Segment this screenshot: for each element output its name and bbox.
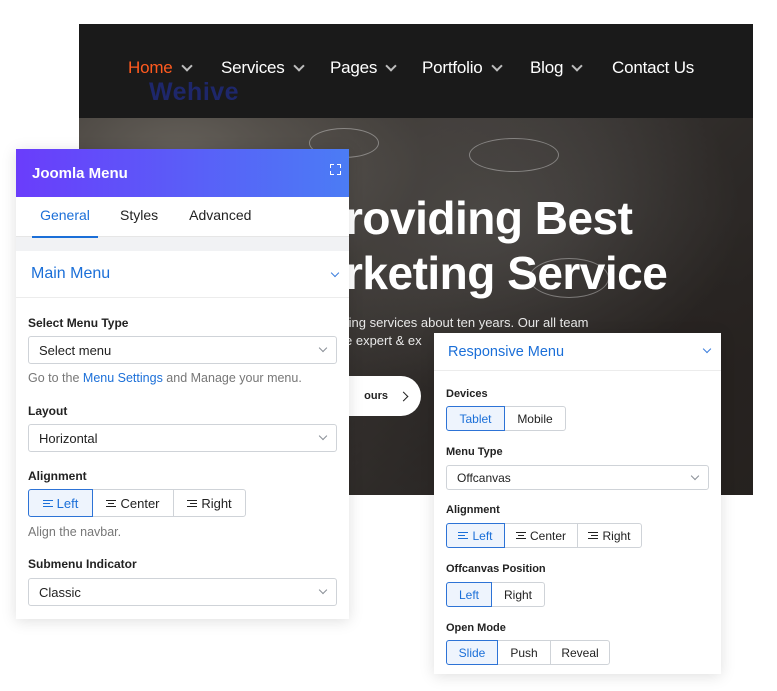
nav-item-contact[interactable]: Contact Us	[612, 58, 694, 78]
alignment-segmented-control: Left Center Right	[28, 489, 246, 517]
chevron-down-icon	[571, 59, 583, 72]
align-left-icon	[458, 531, 469, 540]
offcanvas-position-segmented-control: Left Right	[446, 582, 545, 607]
align-left-icon	[42, 499, 53, 508]
open-mode-segmented-control: Slide Push Reveal	[446, 640, 610, 665]
panel-title: Joomla Menu	[32, 164, 128, 182]
option-label: Left	[56, 495, 79, 511]
responsive-menu-type-select[interactable]: Offcanvas	[446, 465, 709, 490]
menu-type-select[interactable]: Select menu	[28, 336, 337, 364]
nav-item-label: Blog	[530, 58, 564, 77]
align-right-button[interactable]: Right	[173, 489, 246, 517]
section-title: Main Menu	[31, 265, 111, 282]
select-value: Offcanvas	[457, 470, 511, 485]
align-center-button[interactable]: Center	[92, 489, 174, 517]
field-label: Offcanvas Position	[446, 563, 546, 575]
chevron-down-icon	[318, 585, 328, 595]
tab-general[interactable]: General	[32, 197, 98, 238]
select-value: Select menu	[39, 342, 112, 358]
align-left-button[interactable]: Left	[28, 489, 93, 517]
joomla-menu-panel: Joomla Menu General Styles Advanced Main…	[16, 149, 349, 619]
menu-settings-link[interactable]: Menu Settings	[83, 371, 163, 385]
align-center-button[interactable]: Center	[504, 523, 578, 548]
field-label: Menu Type	[446, 446, 503, 458]
devices-segmented-control: Tablet Mobile	[446, 406, 566, 431]
layout-select[interactable]: Horizontal	[28, 424, 337, 452]
hero-title: roviding Best rketing Service	[345, 191, 668, 301]
chevron-down-icon	[180, 59, 193, 72]
nav-item-portfolio[interactable]: Portfolio	[422, 58, 503, 78]
menu-settings-help: Go to the Menu Settings and Manage your …	[28, 371, 302, 385]
open-mode-slide-button[interactable]: Slide	[446, 640, 498, 665]
align-center-icon	[106, 499, 117, 508]
whiteboard-doodle	[469, 138, 559, 172]
align-right-icon	[588, 531, 599, 540]
nav-item-pages[interactable]: Pages	[330, 58, 397, 78]
section-header-main-menu[interactable]: Main Menu	[16, 251, 349, 298]
select-value: Horizontal	[39, 430, 98, 446]
nav-item-label: Pages	[330, 58, 378, 77]
site-navbar: Home Services Pages Portfolio Blog Conta…	[79, 24, 753, 118]
open-mode-push-button[interactable]: Push	[497, 640, 551, 665]
offcanvas-left-button[interactable]: Left	[446, 582, 492, 607]
field-label: Layout	[28, 404, 68, 418]
nav-item-label: Portfolio	[422, 58, 483, 77]
field-label: Select Menu Type	[28, 316, 129, 330]
chevron-down-icon	[318, 431, 328, 441]
option-label: Right	[602, 528, 631, 543]
hero-title-line: roviding Best	[345, 192, 633, 244]
align-right-button[interactable]: Right	[577, 523, 642, 548]
option-label: Right	[201, 495, 232, 511]
hero-cta-label: ours	[364, 390, 388, 402]
offcanvas-right-button[interactable]: Right	[491, 582, 545, 607]
chevron-down-icon	[318, 343, 328, 353]
chevron-down-icon	[490, 59, 503, 72]
align-center-icon	[515, 531, 526, 540]
field-label: Submenu Indicator	[28, 557, 137, 571]
section-title: Responsive Menu	[448, 343, 565, 360]
option-label: Center	[529, 528, 567, 543]
nav-item-label: Home	[128, 58, 173, 77]
screenshot-stage: Home Services Pages Portfolio Blog Conta…	[0, 0, 777, 691]
chevron-down-icon	[330, 268, 340, 278]
device-mobile-button[interactable]: Mobile	[504, 406, 566, 431]
tab-styles[interactable]: Styles	[120, 197, 158, 237]
chevron-down-icon	[690, 471, 700, 481]
chevron-down-icon	[702, 344, 712, 354]
responsive-menu-panel: Responsive Menu Devices Tablet Mobile Me…	[434, 333, 721, 674]
nav-item-blog[interactable]: Blog	[530, 58, 583, 78]
align-left-button[interactable]: Left	[446, 523, 505, 548]
responsive-alignment-segmented-control: Left Center Right	[446, 523, 642, 548]
nav-item-home[interactable]: Home	[128, 58, 193, 78]
help-text: and Manage your menu.	[162, 371, 302, 385]
nav-item-label: Contact Us	[612, 58, 695, 77]
chevron-right-icon	[398, 391, 409, 401]
submenu-indicator-select[interactable]: Classic	[28, 578, 337, 606]
chevron-down-icon	[292, 59, 305, 72]
tab-advanced[interactable]: Advanced	[189, 197, 251, 237]
field-label: Open Mode	[446, 622, 506, 634]
help-text: Go to the	[28, 371, 83, 385]
select-value: Classic	[39, 584, 81, 600]
device-tablet-button[interactable]: Tablet	[446, 406, 505, 431]
site-logo[interactable]: Wehive	[149, 78, 239, 107]
panel-tabs: General Styles Advanced	[16, 197, 349, 238]
expand-icon[interactable]	[330, 164, 341, 175]
hero-subtitle-line: ting services about ten years. Our all t…	[345, 315, 589, 330]
section-header-responsive-menu[interactable]: Responsive Menu	[434, 333, 721, 371]
nav-item-label: Services	[221, 58, 285, 77]
alignment-help: Align the navbar.	[28, 525, 122, 539]
panel-header: Joomla Menu	[16, 149, 349, 197]
field-label: Devices	[446, 388, 488, 400]
chevron-down-icon	[385, 59, 397, 72]
align-right-icon	[187, 499, 198, 508]
field-label: Alignment	[28, 469, 87, 483]
panel-divider	[16, 237, 349, 251]
option-label: Left	[472, 528, 493, 543]
field-label: Alignment	[446, 504, 500, 516]
hero-title-line: rketing Service	[345, 247, 668, 299]
option-label: Center	[120, 495, 160, 511]
open-mode-reveal-button[interactable]: Reveal	[550, 640, 610, 665]
nav-item-services[interactable]: Services	[221, 58, 305, 78]
